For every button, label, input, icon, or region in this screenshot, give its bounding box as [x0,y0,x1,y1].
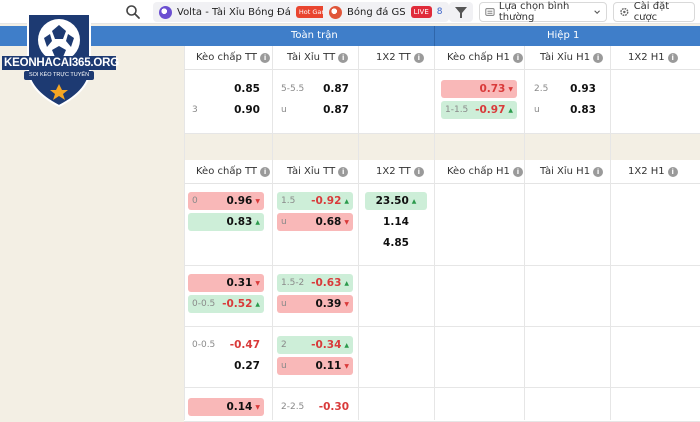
odds-cell-down[interactable]: u 0.11 ▼ [277,357,353,375]
odds-cell-up[interactable]: 0-0.5 -0.52 ▲ [188,295,264,313]
col-ou-h1: Tài Xỉu H1 i [540,166,604,177]
arrow-up-icon: ▲ [508,106,513,114]
column-header-row-1: Kèo chấp TT i Tài Xỉu TT i 1X2 TT i Kèo chấ… [184,46,700,70]
first-half-label: Hiệp 1 [547,30,580,41]
column-divider [610,46,611,420]
col-ou-ft: Tài Xỉu TT i [287,52,349,63]
arrow-up-icon: ▲ [344,341,349,349]
odds-cell[interactable]: 0.85 [188,80,264,98]
odds-cell[interactable]: 2.5 0.93 [530,80,600,98]
column-divider [434,46,435,420]
odds-cell-up[interactable]: 1-1.5 -0.97 ▲ [441,101,517,119]
odds-cell[interactable]: 1.14 [365,213,427,231]
arrow-down-icon: ▼ [344,300,349,308]
col-1x2-ft: 1X2 TT i [376,52,424,63]
tab-volta-label: Volta - Tài Xỉu Bóng Đá [177,6,291,18]
list-icon [485,8,495,16]
odds-cell-down[interactable]: 0.73 ▼ [441,80,517,98]
odds-cell-up[interactable]: 1.5-2 -0.63 ▲ [277,274,353,292]
arrow-up-icon: ▲ [255,218,260,226]
odds-cell-down[interactable]: 0.31 ▼ [188,274,264,292]
odds-cell-up[interactable]: 1.5 -0.92 ▲ [277,192,353,210]
col-handicap-ft: Kèo chấp TT i [196,52,271,63]
arrow-down-icon: ▼ [255,403,260,411]
row-divider [184,265,700,266]
info-icon[interactable]: i [338,166,349,177]
search-icon [126,5,140,19]
odds-cell[interactable]: 0-0.5 -0.47 [188,336,264,354]
odds-cell-up[interactable]: 23.50 ▲ [365,192,427,210]
arrow-up-icon: ▲ [344,197,349,205]
odds-cell[interactable]: u 0.83 [530,101,600,119]
col-1x2-h1: 1X2 H1 i [628,52,678,63]
info-icon[interactable]: i [260,166,271,177]
info-icon[interactable]: i [512,166,523,177]
info-icon[interactable]: i [667,166,678,177]
band-divider [434,26,435,46]
gear-icon [620,7,629,17]
col-handicap-h1: Kèo chấp H1 i [447,166,523,177]
odds-cell[interactable]: 5-5.5 0.87 [277,80,353,98]
row-divider [184,326,700,327]
column-divider [524,46,525,420]
info-icon[interactable]: i [338,52,349,63]
column-divider [272,46,273,420]
gs-logo-icon [329,5,342,19]
chevron-down-icon [594,10,600,14]
column-divider [184,46,185,420]
odds-cell-up[interactable]: 0.83 ▲ [188,213,264,231]
arrow-down-icon: ▼ [255,279,260,287]
search-button[interactable] [124,3,142,21]
live-badge: LIVE [410,6,432,18]
info-icon[interactable]: i [593,166,604,177]
odds-cell[interactable]: 0.27 [188,357,264,375]
column-header-row-2: Kèo chấp TT i Tài Xỉu TT i 1X2 TT i Kèo chấ… [184,160,700,184]
odds-cell-down[interactable]: u 0.39 ▼ [277,295,353,313]
soccer-ball-icon [159,5,172,19]
logo-text: KEONHACAI365.ORG [4,57,120,69]
info-icon[interactable]: i [667,52,678,63]
info-icon[interactable]: i [260,52,271,63]
arrow-down-icon: ▼ [255,197,260,205]
filter-icon [455,7,467,18]
col-handicap-ft: Kèo chấp TT i [196,166,271,177]
bet-settings-button[interactable]: Cài đặt cược [613,1,695,23]
site-logo: KEONHACAI365.ORG SOI KÈO TRỰC TUYẾN [0,10,120,110]
col-ou-ft: Tài Xỉu TT i [287,166,349,177]
arrow-down-icon: ▼ [344,218,349,226]
odds-cell[interactable]: 3 0.90 [188,101,264,119]
full-match-label: Toàn trận [291,30,338,41]
col-1x2-h1: 1X2 H1 i [628,166,678,177]
bet-settings-label: Cài đặt cược [633,1,670,23]
odds-cell-up[interactable]: 2 -0.34 ▲ [277,336,353,354]
odds-cell[interactable]: 4.85 [365,234,427,252]
arrow-up-icon: ▲ [344,279,349,287]
live-count: 8 [436,7,443,17]
odds-cell-down[interactable]: 0 0.96 ▼ [188,192,264,210]
col-ou-h1: Tài Xỉu H1 i [540,52,604,63]
info-icon[interactable]: i [413,52,424,63]
col-handicap-h1: Kèo chấp H1 i [447,52,523,63]
filter-button[interactable] [449,2,473,22]
odds-mode-select[interactable]: Lựa chọn bình thường [479,1,607,23]
odds-cell[interactable]: u 0.87 [277,101,353,119]
arrow-down-icon: ▼ [508,85,513,93]
arrow-up-icon: ▲ [255,300,260,308]
tab-gs-label: Bóng đá GS [347,6,406,18]
odds-cell[interactable]: 2-2.5 -0.30 [277,398,353,416]
col-1x2-ft: 1X2 TT i [376,166,424,177]
odds-mode-value: Lựa chọn bình thường [498,1,570,23]
row-divider [184,387,700,388]
tab-bong-da-gs[interactable]: Bóng đá GS LIVE 8 [323,2,449,22]
info-icon[interactable]: i [593,52,604,63]
arrow-up-icon: ▲ [411,197,417,205]
odds-cell-down[interactable]: u 0.68 ▼ [277,213,353,231]
info-icon[interactable]: i [413,166,424,177]
column-divider [358,46,359,420]
odds-cell-down[interactable]: 0.14 ▼ [188,398,264,416]
info-icon[interactable]: i [512,52,523,63]
arrow-down-icon: ▼ [344,362,349,370]
tab-volta[interactable]: Volta - Tài Xỉu Bóng Đá Hot Game [153,2,341,22]
logo-tagline: SOI KÈO TRỰC TUYẾN [28,72,90,78]
